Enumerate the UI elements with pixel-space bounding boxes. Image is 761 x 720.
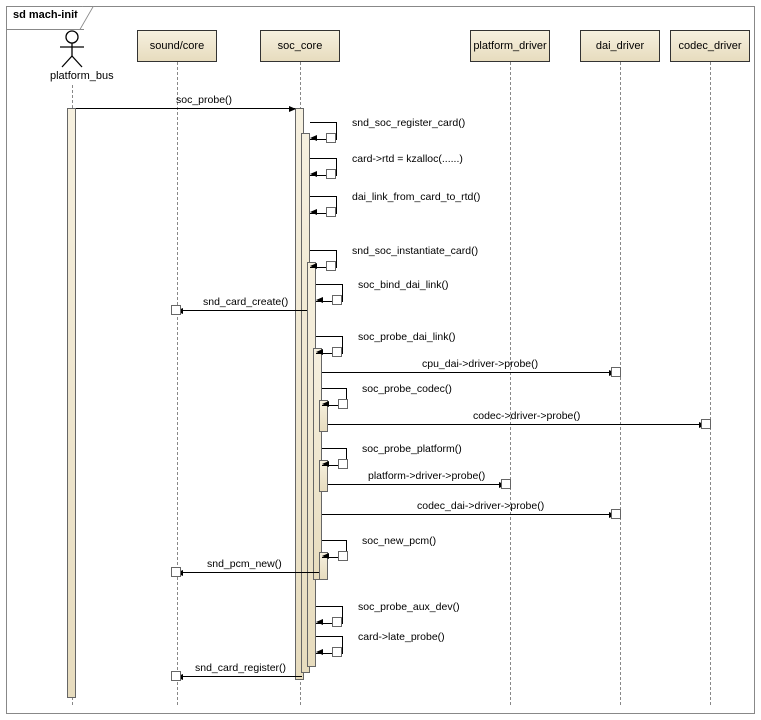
msg-label: codec->driver->probe() bbox=[473, 410, 580, 422]
msg-label: card->rtd = kzalloc(......) bbox=[352, 153, 463, 165]
msg-label: snd_card_register() bbox=[195, 662, 286, 674]
actor-icon bbox=[58, 30, 86, 68]
lifeline-dai-driver: dai_driver bbox=[580, 30, 660, 62]
lifeline-dash bbox=[710, 62, 711, 705]
frame-label: sd mach-init bbox=[6, 6, 84, 30]
msg-label: soc_probe() bbox=[176, 94, 232, 106]
frame-label-text: sd mach-init bbox=[13, 9, 78, 21]
lifeline-soc-core: soc_core bbox=[260, 30, 340, 62]
msg-label: soc_new_pcm() bbox=[362, 535, 436, 547]
lifeline-sound-core: sound/core bbox=[137, 30, 217, 62]
lifeline-label: codec_driver bbox=[679, 40, 742, 52]
msg-label: card->late_probe() bbox=[358, 631, 445, 643]
msg-label: soc_probe_platform() bbox=[362, 443, 462, 455]
lifeline-label: sound/core bbox=[150, 40, 204, 52]
lifeline-label: dai_driver bbox=[596, 40, 644, 52]
msg-label: snd_soc_instantiate_card() bbox=[352, 245, 478, 257]
lifeline-dash bbox=[510, 62, 511, 705]
msg-label: snd_card_create() bbox=[203, 296, 288, 308]
msg-label: cpu_dai->driver->probe() bbox=[422, 358, 538, 370]
activation-platform-bus bbox=[67, 108, 76, 698]
lifeline-platform-driver: platform_driver bbox=[470, 30, 550, 62]
msg-label: snd_soc_register_card() bbox=[352, 117, 465, 129]
msg-label: snd_pcm_new() bbox=[207, 558, 282, 570]
msg-label: codec_dai->driver->probe() bbox=[417, 500, 544, 512]
lifeline-dash bbox=[177, 62, 178, 705]
lifeline-dash bbox=[620, 62, 621, 705]
actor-label: platform_bus bbox=[50, 70, 94, 82]
lifeline-codec-driver: codec_driver bbox=[670, 30, 750, 62]
msg-label: soc_bind_dai_link() bbox=[358, 279, 448, 291]
lifeline-label: soc_core bbox=[278, 40, 323, 52]
actor-platform-bus: platform_bus bbox=[50, 30, 94, 82]
sequence-diagram: sd mach-init platform_bus sound/core soc… bbox=[0, 0, 761, 720]
lifeline-label: platform_driver bbox=[473, 40, 546, 52]
msg-label: soc_probe_codec() bbox=[362, 383, 452, 395]
msg-label: dai_link_from_card_to_rtd() bbox=[352, 191, 480, 203]
msg-label: soc_probe_aux_dev() bbox=[358, 601, 460, 613]
msg-label: platform->driver->probe() bbox=[368, 470, 485, 482]
msg-label: soc_probe_dai_link() bbox=[358, 331, 455, 343]
